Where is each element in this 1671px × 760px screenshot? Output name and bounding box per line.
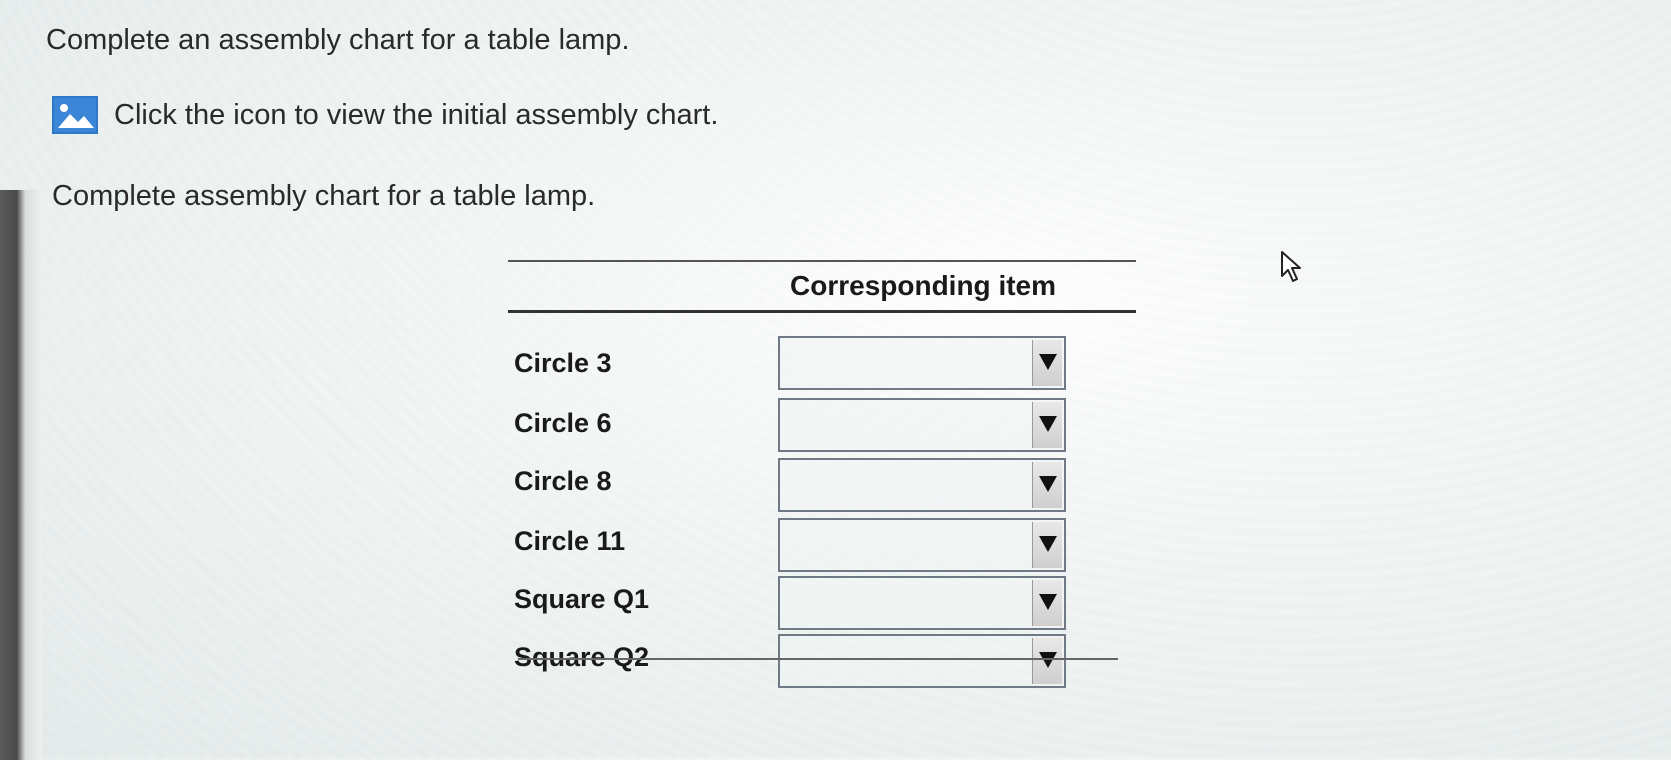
table-top-rule (508, 260, 1136, 262)
corresponding-item-select[interactable] (778, 634, 1066, 688)
instruction-text: Complete an assembly chart for a table l… (46, 24, 630, 56)
table-row: Circle 3 (508, 298, 1136, 390)
table-row: Circle 6 (508, 358, 1136, 452)
image-icon[interactable] (52, 96, 98, 134)
view-chart-link-row: Click the icon to view the initial assem… (52, 96, 718, 134)
table-row: Square Q2 (508, 596, 1136, 688)
view-chart-text: Click the icon to view the initial assem… (114, 98, 719, 131)
dropdown-arrow-icon[interactable] (1032, 638, 1062, 684)
mouse-cursor-icon (1280, 250, 1304, 289)
table-bottom-rule (518, 658, 1118, 660)
table-row: Circle 11 (508, 478, 1136, 572)
table-row: Square Q1 (508, 538, 1136, 630)
left-edge-bar (0, 190, 42, 760)
chart-title: Complete assembly chart for a table lamp… (52, 180, 596, 212)
table-row: Circle 8 (508, 418, 1136, 512)
